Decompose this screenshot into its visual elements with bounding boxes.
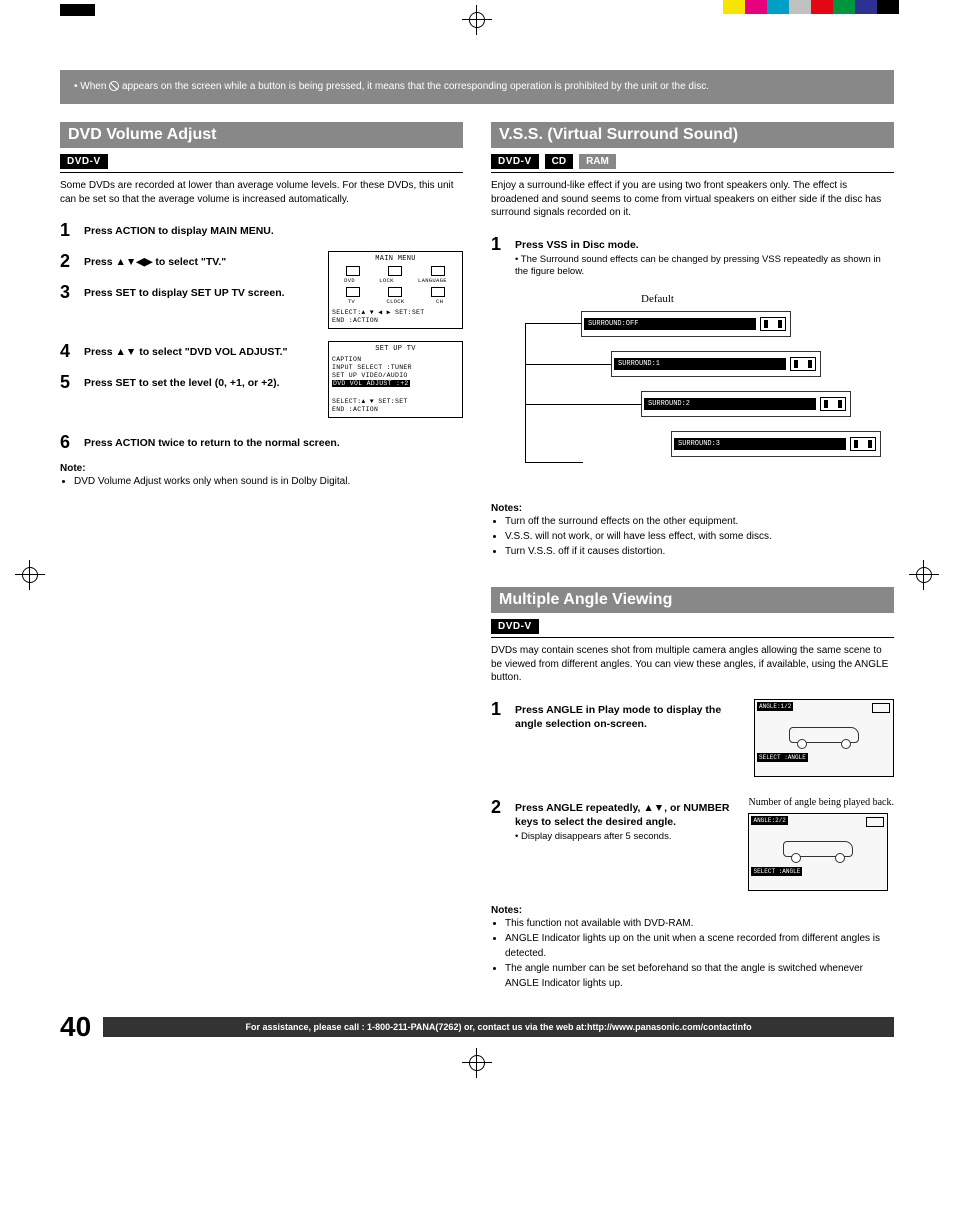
car-illustration (783, 837, 853, 863)
osd-title: MAIN MENU (332, 255, 459, 264)
surround-mode-box: SURROUND:OFF (581, 311, 791, 337)
assistance-bar: For assistance, please call : 1-800-211-… (103, 1017, 894, 1037)
angle-fig2-caption: Number of angle being played back. (748, 797, 894, 809)
play-icon (872, 703, 890, 713)
black-reg-rect (60, 4, 95, 16)
osd-footer1: SELECT:▲ ▼ SET:SET (332, 398, 459, 406)
note-item: V.S.S. will not work, or will have less … (505, 529, 894, 544)
crosshair-icon (462, 5, 492, 35)
select-label: SELECT :ANGLE (751, 867, 802, 876)
notes-heading: Notes: (491, 503, 894, 514)
speaker-icon (790, 357, 816, 371)
step-number: 6 (60, 432, 76, 453)
note-item: ANGLE Indicator lights up on the unit wh… (505, 931, 894, 961)
note-item: This function not available with DVD-RAM… (505, 916, 894, 931)
disc-badges-row: DVD-V (60, 154, 463, 173)
angle-indicator: ANGLE:1/2 (757, 702, 793, 711)
step-number: 1 (491, 699, 507, 720)
step-number: 2 (491, 797, 507, 818)
dvd-volume-heading: DVD Volume Adjust (60, 122, 463, 148)
angle-intro: DVDs may contain scenes shot from multip… (491, 644, 894, 685)
crosshair-icon (462, 1048, 492, 1078)
angle-heading: Multiple Angle Viewing (491, 587, 894, 613)
disc-badges-row: DVD-V (491, 619, 894, 638)
vss-intro: Enjoy a surround-like effect if you are … (491, 179, 894, 220)
step-3: 3 Press SET to display SET UP TV screen. (60, 282, 320, 303)
notes-list: DVD Volume Adjust works only when sound … (60, 474, 463, 489)
dvd-v-badge: DVD-V (60, 154, 108, 169)
dvd-v-badge: DVD-V (491, 154, 539, 169)
step-1: 1 Press ACTION to display MAIN MENU. (60, 220, 463, 241)
speaker-icon (850, 437, 876, 451)
main-menu-osd: MAIN MENU DVDLOCKLANGUAGE TVCLOCKCH SELE… (328, 251, 463, 329)
angle-step-2: 2 Press ANGLE repeatedly, ▲▼, or NUMBER … (491, 797, 738, 844)
step-text: Press ACTION to display MAIN MENU. (84, 220, 463, 238)
crosshair-icon (909, 560, 939, 590)
vss-heading: V.S.S. (Virtual Surround Sound) (491, 122, 894, 148)
cd-badge: CD (545, 154, 573, 169)
vss-step-1: 1 Press VSS in Disc mode. • The Surround… (491, 234, 894, 280)
play-icon (866, 817, 884, 827)
note-item: Turn off the surround effects on the oth… (505, 514, 894, 529)
notes-list: This function not available with DVD-RAM… (491, 916, 894, 991)
osd-footer2: END :ACTION (332, 317, 459, 325)
speaker-icon (820, 397, 846, 411)
step-text: Press VSS in Disc mode. • The Surround s… (515, 234, 894, 280)
step-number: 5 (60, 372, 76, 393)
surround-mode-box: SURROUND:2 (641, 391, 851, 417)
angle-figure-2: ANGLE:2/2 SELECT :ANGLE (748, 813, 888, 891)
step-text: Press ACTION twice to return to the norm… (84, 432, 463, 450)
left-column: DVD Volume Adjust DVD-V Some DVDs are re… (60, 122, 463, 991)
page-footer: 40 For assistance, please call : 1-800-2… (60, 1011, 894, 1043)
note-item: Turn V.S.S. off if it causes distortion. (505, 544, 894, 559)
car-illustration (789, 723, 859, 749)
osd-footer1: SELECT:▲ ▼ ◀ ▶ SET:SET (332, 309, 459, 317)
step-number: 1 (491, 234, 507, 255)
step-text: Press SET to display SET UP TV screen. (84, 282, 320, 300)
ram-badge: RAM (579, 154, 616, 169)
banner-text: appears on the screen while a button is … (122, 81, 709, 92)
step-number: 1 (60, 220, 76, 241)
angle-figure-1: ANGLE:1/2 SELECT :ANGLE (754, 699, 894, 777)
step-text: Press ANGLE repeatedly, ▲▼, or NUMBER ke… (515, 797, 738, 844)
note-item: The angle number can be set beforehand s… (505, 961, 894, 991)
angle-indicator: ANGLE:2/2 (751, 816, 787, 825)
prohibition-note-banner: • When appears on the screen while a but… (60, 70, 894, 104)
notes-heading: Notes: (491, 905, 894, 916)
speaker-icon (760, 317, 786, 331)
surround-mode-box: SURROUND:1 (611, 351, 821, 377)
dvd-v-badge: DVD-V (491, 619, 539, 634)
select-label: SELECT :ANGLE (757, 753, 808, 762)
note-heading: Note: (60, 463, 463, 474)
angle-step-1: 1 Press ANGLE in Play mode to display th… (491, 699, 744, 731)
osd-footer2: END :ACTION (332, 406, 459, 414)
step-number: 2 (60, 251, 76, 272)
step-2: 2 Press ▲▼◀▶ to select "TV." (60, 251, 320, 272)
color-bar (723, 0, 899, 14)
step-4: 4 Press ▲▼ to select "DVD VOL ADJUST." (60, 341, 320, 362)
osd-title: SET UP TV (332, 345, 459, 354)
setup-tv-osd: SET UP TV CAPTION INPUT SELECT :TUNER SE… (328, 341, 463, 419)
step-5: 5 Press SET to set the level (0, +1, or … (60, 372, 320, 393)
step-number: 4 (60, 341, 76, 362)
notes-list: Turn off the surround effects on the oth… (491, 514, 894, 559)
dvd-volume-intro: Some DVDs are recorded at lower than ave… (60, 179, 463, 206)
prohibit-icon (109, 81, 119, 91)
disc-badges-row: DVD-V CD RAM (491, 154, 894, 173)
step-6: 6 Press ACTION twice to return to the no… (60, 432, 463, 453)
default-label: Default (641, 293, 674, 305)
osd-highlight: DVD VOL ADJUST :+2 (332, 380, 410, 387)
step-text: Press SET to set the level (0, +1, or +2… (84, 372, 320, 390)
note-item: DVD Volume Adjust works only when sound … (74, 474, 463, 489)
surround-mode-box: SURROUND:3 (671, 431, 881, 457)
step-number: 3 (60, 282, 76, 303)
step-text: Press ▲▼ to select "DVD VOL ADJUST." (84, 341, 320, 359)
step-text: Press ANGLE in Play mode to display the … (515, 699, 744, 731)
step-text: Press ▲▼◀▶ to select "TV." (84, 251, 320, 269)
surround-cycle-diagram: Default SURROUND:OFF SURROUND:1 SURROUND… (581, 293, 894, 493)
loop-lines (525, 323, 583, 463)
crosshair-icon (15, 560, 45, 590)
right-column: V.S.S. (Virtual Surround Sound) DVD-V CD… (491, 122, 894, 991)
page-number: 40 (60, 1011, 91, 1043)
